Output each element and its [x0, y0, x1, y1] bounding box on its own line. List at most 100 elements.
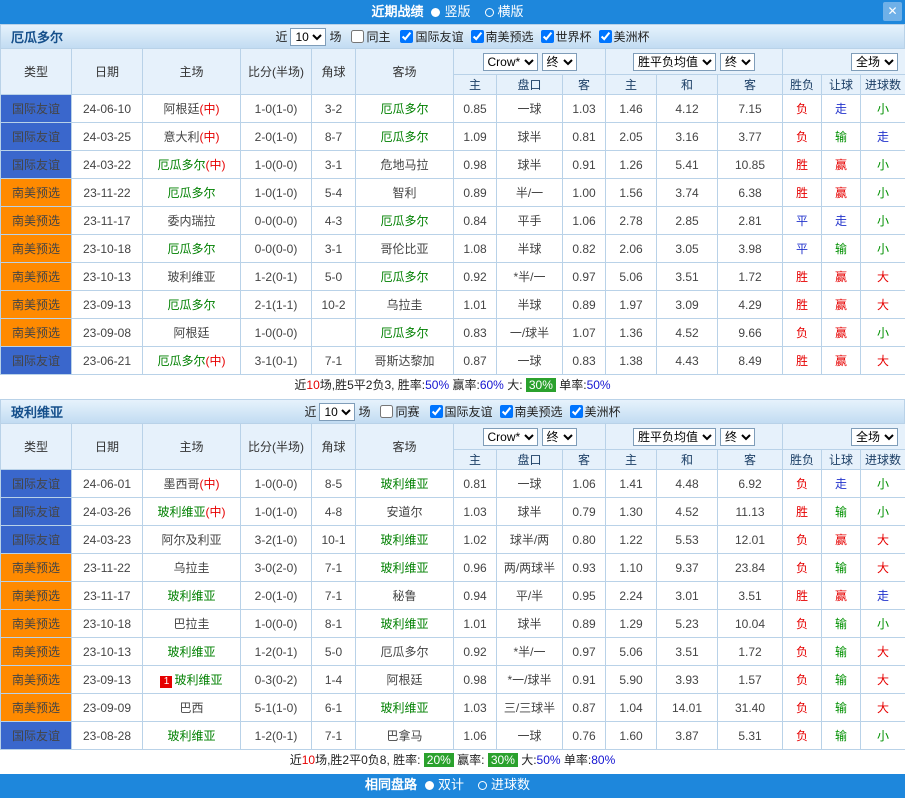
- euro-away-odds: 6.92: [718, 470, 783, 498]
- match-row: 南美预选23-09-08阿根廷1-0(0-0)厄瓜多尔0.83一/球半1.071…: [1, 319, 905, 347]
- league-checkbox[interactable]: [471, 30, 484, 43]
- goals-outcome: 小: [861, 610, 905, 638]
- league-filter[interactable]: 世界杯: [541, 28, 592, 45]
- match-score: 1-0(1-0): [241, 95, 312, 123]
- asia-away-odds: 0.83: [563, 347, 606, 375]
- league-checkbox[interactable]: [430, 405, 443, 418]
- bottom-title: 相同盘路: [365, 777, 417, 792]
- euro-home-odds: 1.60: [606, 722, 657, 750]
- odds-source-select[interactable]: Crow*: [483, 428, 538, 446]
- league-filter[interactable]: 美洲杯: [599, 28, 650, 45]
- col-corner: 角球: [312, 424, 356, 470]
- radio-selected-icon[interactable]: [431, 8, 440, 17]
- match-date: 24-06-01: [72, 470, 143, 498]
- team-name-text: 厄瓜多尔: [380, 645, 428, 659]
- summary-line: 近10场,胜5平2负3, 胜率:50% 赢率:60% 大: 30% 单率:50%: [0, 375, 905, 396]
- corner-score: 4-3: [312, 207, 356, 235]
- neutral-ground-tag: (中): [200, 477, 220, 491]
- euro-away-odds: 3.51: [718, 582, 783, 610]
- col-score: 比分(半场): [241, 424, 312, 470]
- asia-away-odds: 0.82: [563, 235, 606, 263]
- result-outcome: 负: [783, 694, 822, 722]
- near-label: 近: [275, 28, 287, 45]
- match-date: 23-11-17: [72, 582, 143, 610]
- match-row: 南美预选23-09-131玻利维亚0-3(0-2)1-4阿根廷0.98*一/球半…: [1, 666, 905, 694]
- asia-home-odds: 0.87: [454, 347, 497, 375]
- euro-away-odds: 1.72: [718, 638, 783, 666]
- same-filter[interactable]: 同主: [351, 28, 390, 45]
- match-type: 国际友谊: [1, 347, 72, 375]
- asia-home-odds: 1.06: [454, 722, 497, 750]
- layout-option-horizontal[interactable]: 横版: [498, 4, 524, 19]
- close-button[interactable]: ✕: [883, 2, 902, 21]
- euro-home-odds: 5.06: [606, 263, 657, 291]
- euro-away-odds: 9.66: [718, 319, 783, 347]
- asia-home-odds: 1.08: [454, 235, 497, 263]
- odds-time-select[interactable]: 终: [542, 428, 577, 446]
- bottom-option-goals[interactable]: 进球数: [491, 777, 530, 792]
- match-type: 国际友谊: [1, 151, 72, 179]
- league-filter[interactable]: 南美预选: [471, 28, 534, 45]
- radio-selected-icon[interactable]: [425, 781, 434, 790]
- match-score: 3-2(1-0): [241, 526, 312, 554]
- summary-part: 大:: [518, 753, 537, 767]
- asia-away-odds: 0.89: [563, 610, 606, 638]
- league-filter[interactable]: 国际友谊: [400, 28, 463, 45]
- scope-select[interactable]: 全场: [851, 428, 898, 446]
- euro-time-select[interactable]: 终: [720, 53, 755, 71]
- handicap-outcome: 赢: [822, 582, 861, 610]
- away-team: 乌拉圭: [356, 291, 454, 319]
- asia-away-odds: 0.81: [563, 123, 606, 151]
- asia-odds-controls: Crow*终: [454, 424, 606, 450]
- euro-home-odds: 1.36: [606, 319, 657, 347]
- same-filter[interactable]: 同赛: [380, 403, 419, 420]
- league-filter[interactable]: 国际友谊: [430, 403, 493, 420]
- league-filter[interactable]: 南美预选: [500, 403, 563, 420]
- radio-unselected-icon[interactable]: [478, 781, 487, 790]
- home-team: 巴西: [143, 694, 241, 722]
- summary-part: 30%: [526, 378, 556, 392]
- euro-draw-odds: 4.48: [657, 470, 718, 498]
- recent-count-select[interactable]: 10: [319, 403, 355, 421]
- league-checkbox[interactable]: [541, 30, 554, 43]
- summary-part: 50%: [587, 378, 611, 392]
- euro-mode-select[interactable]: 胜平负均值: [633, 428, 716, 446]
- league-filter[interactable]: 美洲杯: [570, 403, 621, 420]
- filter-controls: 近 10 场 同赛 国际友谊南美预选美洲杯: [304, 403, 750, 421]
- odds-time-select[interactable]: 终: [542, 53, 577, 71]
- league-checkbox[interactable]: [599, 30, 612, 43]
- match-date: 24-03-25: [72, 123, 143, 151]
- neutral-ground-tag: (中): [206, 354, 226, 368]
- league-checkbox[interactable]: [400, 30, 413, 43]
- radio-unselected-icon[interactable]: [485, 8, 494, 17]
- subcol-asia-home: 主: [454, 75, 497, 95]
- league-checkbox[interactable]: [570, 405, 583, 418]
- match-row: 国际友谊24-06-01墨西哥(中)1-0(0-0)8-5玻利维亚0.81一球1…: [1, 470, 905, 498]
- summary-part: 场,胜5平2负3, 胜率:: [320, 378, 425, 392]
- same-checkbox[interactable]: [380, 405, 393, 418]
- match-score: 1-0(0-0): [241, 610, 312, 638]
- asia-handicap: 一球: [497, 95, 563, 123]
- recent-count-select[interactable]: 10: [290, 28, 326, 46]
- asia-away-odds: 1.06: [563, 207, 606, 235]
- league-checkbox[interactable]: [500, 405, 513, 418]
- team-name: 厄瓜多尔: [1, 27, 151, 46]
- corner-score: 7-1: [312, 347, 356, 375]
- summary-part: 50%: [425, 378, 449, 392]
- layout-option-vertical[interactable]: 竖版: [444, 4, 470, 19]
- home-team: 厄瓜多尔(中): [143, 151, 241, 179]
- match-type: 南美预选: [1, 179, 72, 207]
- neutral-ground-tag: (中): [200, 130, 220, 144]
- scope-select[interactable]: 全场: [851, 53, 898, 71]
- euro-time-select[interactable]: 终: [720, 428, 755, 446]
- bottom-option-primary[interactable]: 双计: [438, 777, 464, 792]
- home-team: 意大利(中): [143, 123, 241, 151]
- odds-source-select[interactable]: Crow*: [483, 53, 538, 71]
- team-name-text: 乌拉圭: [386, 298, 422, 312]
- euro-home-odds: 2.06: [606, 235, 657, 263]
- away-team: 厄瓜多尔: [356, 263, 454, 291]
- match-date: 24-03-26: [72, 498, 143, 526]
- same-checkbox[interactable]: [351, 30, 364, 43]
- euro-mode-select[interactable]: 胜平负均值: [633, 53, 716, 71]
- team-name-text: 阿根廷: [163, 102, 199, 116]
